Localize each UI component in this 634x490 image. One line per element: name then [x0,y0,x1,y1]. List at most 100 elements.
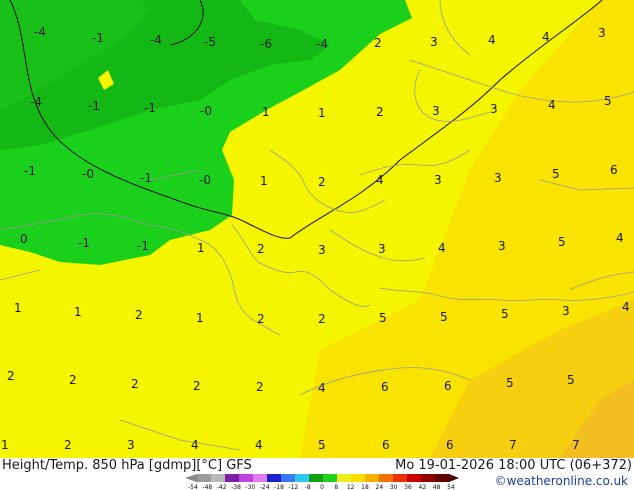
scale-tick-label: 8 [334,484,338,490]
isotherm-label: 5 [552,167,560,181]
isotherm-label: -4 [30,95,42,109]
scale-tick-label: 42 [419,484,427,490]
isotherm-label: -1 [140,171,152,185]
scale-swatch [393,474,408,482]
scale-tick-label: 24 [376,484,384,490]
scale-swatch [337,474,352,482]
isotherm-label: 4 [542,30,550,44]
isotherm-label: -4 [34,25,46,39]
scale-swatch [351,474,366,482]
weather-map[interactable]: -4 -1 -4 -5 -6 -4 2 3 4 4 3 -4 -1 -1 -0 1 1 2 3 3 4 5 -1 -0 -1 -0… [0,0,634,458]
scale-swatch [225,474,240,482]
isotherm-label: 6 [381,380,389,394]
isotherm-label: 2 [64,438,72,452]
isotherm-label: -0 [82,167,94,181]
isotherm-label: 0 [20,232,28,246]
isotherm-label: 5 [604,94,612,108]
isotherm-label: 2 [318,175,326,189]
scale-tick-label: -8 [305,484,311,490]
scale-swatch [309,474,324,482]
isotherm-label: 6 [444,379,452,393]
isotherm-label: 3 [434,173,442,187]
isotherm-label: -5 [204,35,216,49]
isotherm-label: 4 [438,241,446,255]
isotherm-label: -1 [144,101,156,115]
isotherm-label: 4 [622,300,630,314]
isotherm-label: 7 [572,438,580,452]
isotherm-label: 3 [378,242,386,256]
isotherm-label: 2 [376,105,384,119]
scale-tick-label: -38 [231,484,241,490]
isotherm-label: -0 [200,104,212,118]
isotherm-label: -1 [24,164,36,178]
isotherm-label: -1 [78,236,90,250]
scale-swatch [197,474,212,482]
isotherm-label: 2 [193,379,201,393]
isotherm-label: 3 [598,26,606,40]
map-datetime: Mo 19-01-2026 18:00 UTC (06+372) [395,458,632,473]
isotherm-label: 5 [318,438,326,452]
scale-swatch [323,474,338,482]
isotherm-label: 1 [260,174,268,188]
isotherm-label: 5 [379,311,387,325]
isotherm-label: -0 [199,173,211,187]
isotherm-label: 2 [131,377,139,391]
isotherm-label: 1 [1,438,9,452]
scale-tick-label: -12 [288,484,298,490]
scale-swatch [281,474,296,482]
isotherm-label: 2 [318,312,326,326]
isotherm-label: 1 [74,305,82,319]
scale-tick-label: -24 [260,484,270,490]
isotherm-label: 4 [488,33,496,47]
isotherm-label: 2 [257,312,265,326]
isotherm-label: 2 [256,380,264,394]
scale-tick-label: 48 [433,484,441,490]
scale-tick-label: -18 [274,484,284,490]
isotherm-label: -1 [137,239,149,253]
isotherm-label: 5 [567,373,575,387]
isotherm-label: 5 [558,235,566,249]
isotherm-label: 3 [494,171,502,185]
isotherm-label: 2 [135,308,143,322]
isotherm-label: 2 [257,242,265,256]
isotherm-label: 5 [501,307,509,321]
isotherm-label: 3 [430,35,438,49]
isotherm-label: 6 [382,438,390,452]
scale-tick-label: 18 [361,484,369,490]
isotherm-label: 2 [69,373,77,387]
isotherm-label: 4 [191,438,199,452]
isotherm-label: 3 [432,104,440,118]
scale-tick-label: -54 [188,484,198,490]
scale-swatch [379,474,394,482]
credit-link[interactable]: ©weatheronline.co.uk [495,474,628,488]
scale-swatch [365,474,380,482]
isotherm-label: 4 [255,438,263,452]
isotherm-label: 3 [127,438,135,452]
scale-tick-label: 36 [404,484,412,490]
isotherm-label: 4 [548,98,556,112]
isotherm-label: 3 [318,243,326,257]
isotherm-label: 4 [616,231,624,245]
isotherm-label: 1 [196,311,204,325]
isotherm-label: 5 [506,376,514,390]
scale-tick-label: 12 [347,484,355,490]
isotherm-label: 2 [374,36,382,50]
isotherm-label: 1 [318,106,326,120]
isotherm-label: 3 [490,102,498,116]
scale-swatch [239,474,254,482]
scale-swatch [435,474,450,482]
isotherm-label: -4 [316,37,328,51]
scale-swatch [295,474,310,482]
scale-tick-label: -42 [217,484,227,490]
map-title: Height/Temp. 850 hPa [gdmp][°C] GFS [2,458,252,473]
scale-tick-label: -30 [245,484,255,490]
isotherm-label: 7 [509,438,517,452]
scale-swatch [421,474,436,482]
isotherm-label: -1 [92,31,104,45]
isotherm-label: 3 [498,239,506,253]
isotherm-label: 4 [376,173,384,187]
scale-swatch [253,474,268,482]
scale-arrow-left [185,474,197,482]
scale-tick-label: 30 [390,484,398,490]
scale-swatch [407,474,422,482]
